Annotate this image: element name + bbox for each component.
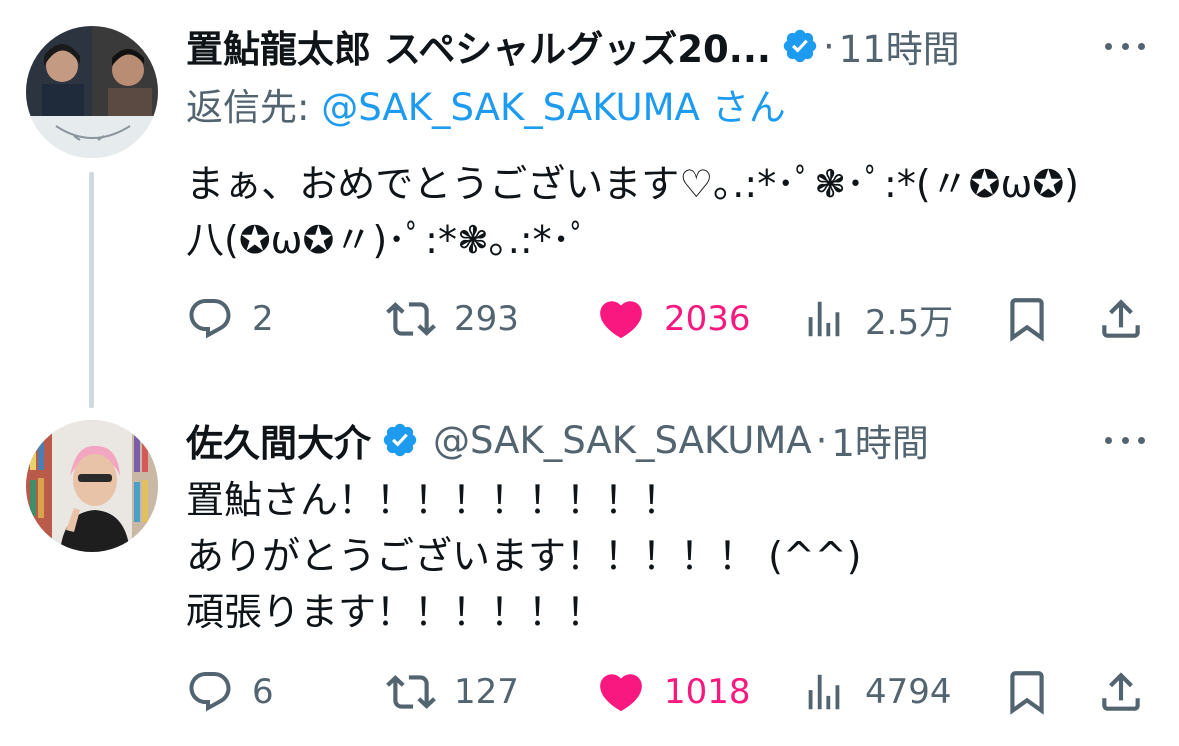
bookmark-button[interactable]	[1002, 289, 1052, 349]
views-button[interactable]: 2.5万	[801, 289, 953, 349]
tweet-2: 佐久間大介 @SAK_SAK_SAKUMA · 1時間 置鮎さん！！！！！！！！…	[0, 380, 1179, 746]
more-icon[interactable]	[1105, 420, 1145, 460]
retweet-count: 127	[454, 672, 519, 712]
bookmark-icon	[1010, 298, 1044, 342]
views-button[interactable]: 4794	[801, 662, 952, 722]
reply-button[interactable]: 2	[186, 289, 274, 349]
author-name[interactable]: 佐久間大介	[186, 413, 371, 467]
share-button[interactable]	[1096, 662, 1146, 722]
retweet-button[interactable]: 127	[386, 662, 519, 722]
separator-dot: ·	[822, 24, 835, 68]
separator-dot: ·	[815, 418, 828, 462]
reply-to-line: 返信先: @SAK_SAK_SAKUMA さん	[186, 82, 786, 134]
author-handle[interactable]: @SAK_SAK_SAKUMA	[433, 419, 812, 462]
reply-icon	[189, 672, 231, 712]
like-count: 1018	[664, 672, 751, 712]
like-button[interactable]: 2036	[596, 289, 751, 349]
avatar-sakuma[interactable]	[26, 420, 158, 552]
verified-badge-icon	[381, 421, 419, 459]
reply-count: 6	[252, 672, 274, 712]
reply-icon	[189, 299, 231, 339]
reply-to-mention[interactable]: @SAK_SAK_SAKUMA	[321, 86, 700, 129]
tweet-text: 置鮎さん！！！！！！！！！ ありがとうございます！！！！！ (^^) 頑張ります…	[186, 478, 862, 634]
tweet-1-header: 置鮎龍太郎 スペシャルグッズ20... · 11時間	[186, 18, 960, 74]
views-count: 4794	[865, 672, 952, 712]
share-icon	[1102, 299, 1140, 338]
timestamp[interactable]: 1時間	[831, 413, 929, 467]
retweet-icon	[386, 302, 436, 336]
bookmark-button[interactable]	[1002, 662, 1052, 722]
like-icon	[600, 301, 642, 339]
tweet-text: まぁ、おめでとうございます♡｡.:*･ﾟ❃･ﾟ:*(〃✪ω✪) 八(✪ω✪〃)･…	[186, 162, 1079, 262]
more-icon[interactable]	[1105, 26, 1145, 66]
reply-button[interactable]: 6	[186, 662, 274, 722]
share-button[interactable]	[1096, 289, 1146, 349]
avatar-sakuma-image	[26, 420, 158, 552]
retweet-button[interactable]: 293	[386, 289, 519, 349]
reply-count: 2	[252, 299, 274, 339]
tweet-1-actions: 2 293 2036 2.5万	[186, 289, 1146, 349]
views-count: 2.5万	[865, 302, 954, 343]
retweet-count: 293	[454, 299, 519, 339]
avatar-oki-image	[26, 26, 158, 158]
reply-to-prefix: 返信先:	[186, 86, 322, 129]
avatar-oki[interactable]	[26, 26, 158, 158]
verified-badge-icon	[781, 27, 819, 65]
tweet-2-actions: 6 127 1018 4794	[186, 662, 1146, 722]
like-count: 2036	[664, 299, 751, 339]
like-icon	[600, 674, 642, 712]
share-icon	[1102, 672, 1140, 711]
views-icon	[808, 674, 840, 710]
views-icon	[808, 301, 840, 337]
like-button[interactable]: 1018	[596, 662, 751, 722]
thread-line	[89, 172, 94, 408]
retweet-icon	[386, 675, 436, 709]
tweet-1: 置鮎龍太郎 スペシャルグッズ20... · 11時間 返信先: @SAK_SAK…	[0, 0, 1179, 408]
reply-to-suffix: さん	[711, 86, 786, 129]
author-name[interactable]: 置鮎龍太郎 スペシャルグッズ20...	[186, 19, 771, 73]
tweet-2-header: 佐久間大介 @SAK_SAK_SAKUMA · 1時間	[186, 412, 929, 468]
bookmark-icon	[1010, 671, 1044, 715]
timestamp[interactable]: 11時間	[839, 19, 960, 73]
